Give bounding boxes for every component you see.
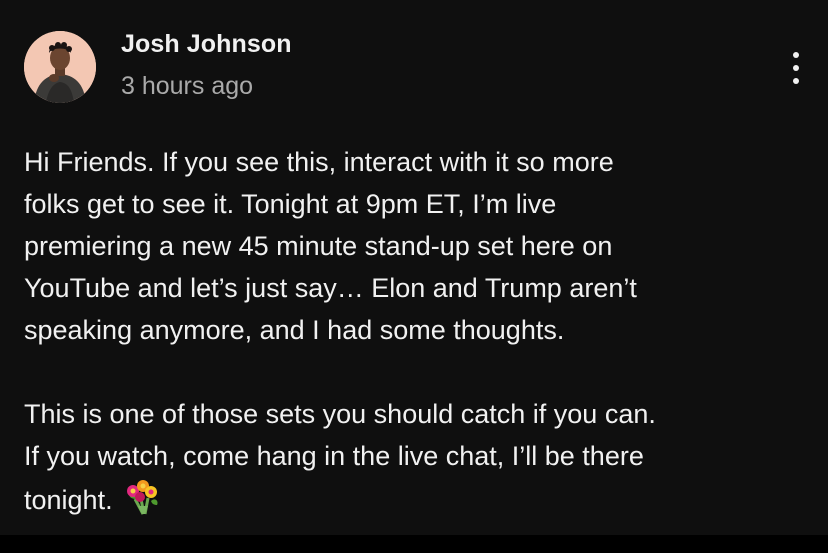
menu-dot bbox=[793, 78, 799, 84]
author-name[interactable]: Josh Johnson bbox=[121, 30, 292, 59]
bouquet-emoji bbox=[121, 477, 161, 527]
menu-dot bbox=[793, 52, 799, 58]
community-post: Josh Johnson 3 hours ago Hi Friends. If … bbox=[0, 0, 828, 535]
bottom-strip bbox=[0, 535, 828, 553]
post-paragraph-1: Hi Friends. If you see this, interact wi… bbox=[24, 147, 637, 345]
menu-dot bbox=[793, 65, 799, 71]
more-vert-icon[interactable] bbox=[782, 50, 810, 86]
author-avatar[interactable] bbox=[24, 31, 96, 103]
post-timestamp[interactable]: 3 hours ago bbox=[121, 72, 253, 101]
post-paragraph-2: This is one of those sets you should cat… bbox=[24, 393, 814, 527]
avatar-image bbox=[24, 31, 96, 103]
post-body: Hi Friends. If you see this, interact wi… bbox=[24, 141, 814, 527]
post-paragraph-2-text: This is one of those sets you should cat… bbox=[24, 399, 656, 515]
